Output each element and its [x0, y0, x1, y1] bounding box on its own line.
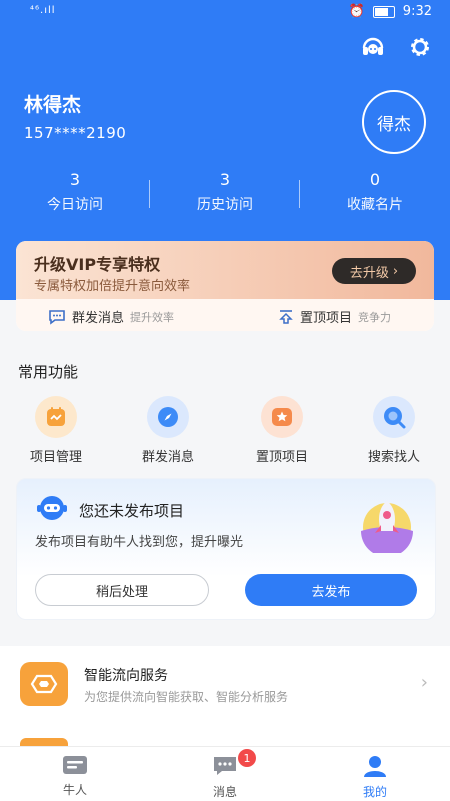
chevron-right-icon: › [392, 263, 399, 279]
vip-title: 升级VIP专享特权 [34, 255, 161, 274]
star-icon [261, 396, 303, 438]
visit-stats: 3 今日访问 3 历史访问 0 收藏名片 [0, 170, 450, 220]
tab-messages[interactable]: 1 消息 [150, 747, 300, 801]
card-icon [63, 756, 87, 774]
tab-label: 消息 [212, 785, 237, 799]
user-name: 林得杰 [24, 94, 82, 116]
tab-profile[interactable]: 我的 [300, 747, 450, 801]
publish-desc: 发布项目有助牛人找到您，提升曝光 [35, 535, 244, 550]
rocket-icon [357, 495, 417, 557]
chat-icon [49, 309, 65, 325]
list-item[interactable]: 智能流向服务 为您提供流向智能获取、智能分析服务 › [0, 646, 450, 722]
vip-feature-pin: 置顶项目 竞争力 [278, 307, 391, 326]
stat-today[interactable]: 3 今日访问 [0, 170, 150, 220]
feature-project-management[interactable]: 项目管理 [10, 396, 102, 465]
stat-value: 3 [69, 170, 81, 189]
feature-search-people[interactable]: 搜索找人 [348, 396, 440, 465]
tab-talent[interactable]: 牛人 [0, 747, 150, 801]
service-title: 智能流向服务 [84, 668, 168, 684]
stat-favorites[interactable]: 0 收藏名片 [300, 170, 450, 220]
stat-label: 今日访问 [47, 197, 103, 213]
upgrade-label: 去升级 [349, 265, 389, 281]
avatar[interactable]: 得杰 [362, 90, 426, 154]
headset-icon[interactable] [360, 34, 386, 60]
unread-badge: 1 [238, 749, 256, 767]
feature-pin-project[interactable]: 置顶项目 [236, 396, 328, 465]
stat-value: 0 [369, 170, 381, 189]
vip-card[interactable]: 升级VIP专享特权 专属特权加倍提升意向效率 去升级 › 群发消息 提升效率 置… [16, 241, 434, 331]
feature-label: 置顶项目 [300, 311, 353, 326]
alarm-icon: ⏰ [348, 4, 365, 19]
stat-label: 收藏名片 [347, 197, 403, 213]
search-icon [373, 396, 415, 438]
chevron-right-icon: › [420, 672, 428, 693]
status-bar: ⁴⁶.ıll ⏰ 9:32 [0, 0, 450, 26]
status-icons: ⏰ 9:32 [349, 4, 432, 19]
compass-icon [147, 396, 189, 438]
feature-label: 置顶项目 [255, 450, 308, 465]
upgrade-button[interactable]: 去升级 › [332, 258, 416, 284]
publish-title: 您还未发布项目 [79, 502, 185, 520]
vip-feature-broadcast: 群发消息 提升效率 [48, 307, 174, 326]
profile-icon [364, 756, 386, 777]
signal-indicator: ⁴⁶.ıll [30, 5, 56, 16]
feature-label: 群发消息 [141, 450, 194, 465]
battery-icon [372, 5, 395, 18]
section-title: 常用功能 [18, 363, 79, 381]
feature-tag: 竞争力 [358, 310, 392, 324]
publish-card: 您还未发布项目 发布项目有助牛人找到您，提升曝光 稍后处理 去发布 [16, 478, 436, 620]
project-icon [35, 396, 77, 438]
feature-label: 搜索找人 [367, 450, 420, 465]
feature-label: 群发消息 [72, 311, 125, 326]
stat-value: 3 [219, 170, 231, 189]
user-phone: 157****2190 [24, 124, 127, 142]
item-icon [20, 738, 68, 746]
clock: 9:32 [402, 4, 432, 19]
tab-label: 牛人 [62, 783, 87, 797]
gear-icon[interactable] [407, 34, 433, 60]
list-item[interactable] [0, 722, 450, 746]
feature-broadcast[interactable]: 群发消息 [122, 396, 214, 465]
service-subtitle: 为您提供流向智能获取、智能分析服务 [84, 690, 289, 704]
feature-label: 项目管理 [29, 450, 82, 465]
stat-label: 历史访问 [197, 197, 253, 213]
message-icon [214, 757, 236, 775]
feature-tag: 提升效率 [130, 310, 175, 324]
later-button[interactable]: 稍后处理 [35, 574, 209, 606]
bottom-tab-bar: 牛人 1 消息 我的 [0, 746, 450, 801]
pin-top-icon [279, 309, 293, 324]
vip-subtitle: 专属特权加倍提升意向效率 [34, 279, 191, 294]
stat-history[interactable]: 3 历史访问 [150, 170, 300, 220]
hexagon-icon [20, 662, 68, 706]
tab-label: 我的 [362, 785, 387, 799]
robot-icon [35, 493, 69, 527]
publish-button[interactable]: 去发布 [245, 574, 417, 606]
